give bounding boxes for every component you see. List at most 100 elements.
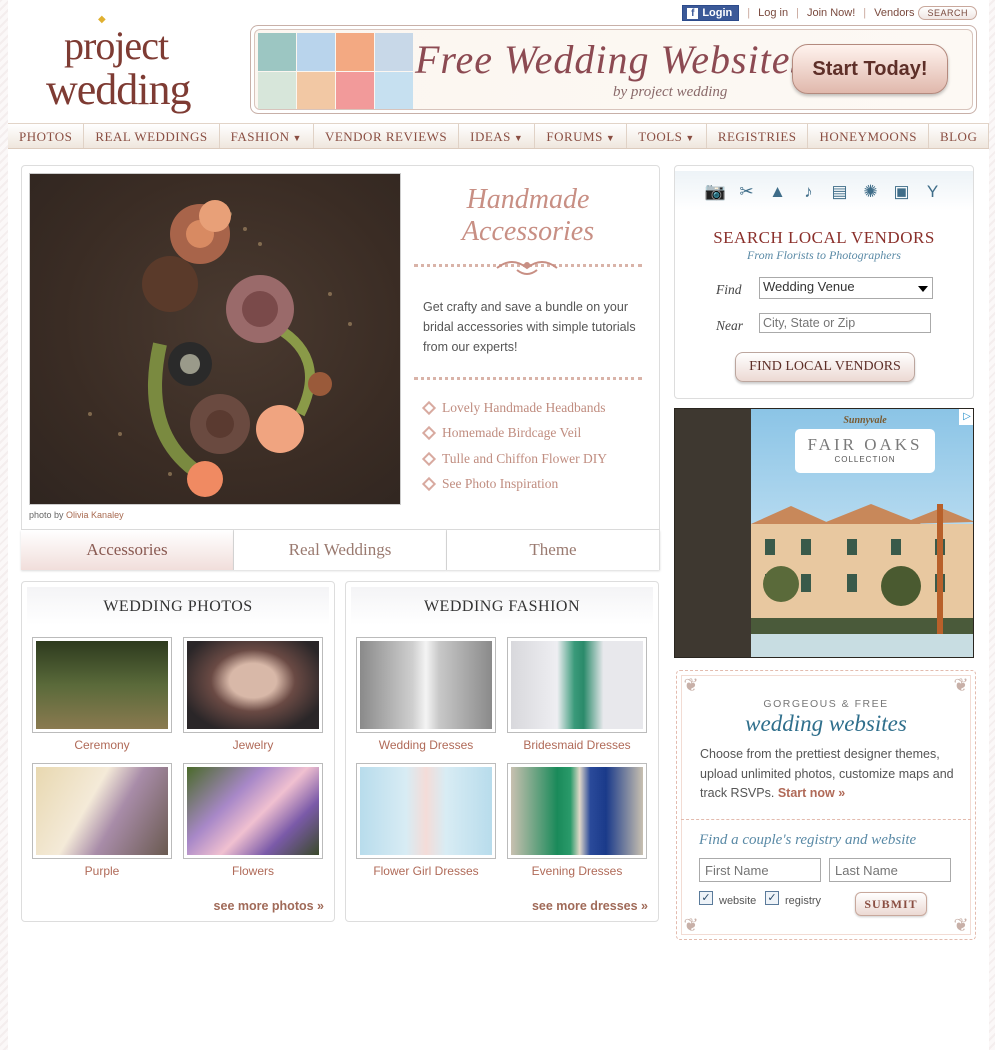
feature-link[interactable]: Lovely Handmade Headbands (421, 395, 607, 421)
cake-icon[interactable]: ▤ (829, 181, 851, 203)
music-note-icon[interactable]: ♪ (798, 181, 820, 203)
join-link[interactable]: Join Now! (807, 7, 855, 19)
wedding-dresses-thumbnail[interactable] (356, 637, 496, 733)
diamond-bullet-icon (421, 400, 437, 415)
nav-fashion[interactable]: FASHION ▼ (220, 124, 314, 148)
champagne-icon[interactable]: Y (922, 181, 944, 203)
find-local-vendors-button[interactable]: FIND LOCAL VENDORS (735, 352, 915, 382)
purple-link[interactable]: Purple (32, 864, 172, 878)
login-link[interactable]: Log in (758, 7, 788, 19)
flower-girl-dresses-link[interactable]: Flower Girl Dresses (356, 864, 496, 878)
corner-ornament-icon: ❦ (953, 675, 969, 695)
feature-title-line2: Accessories (461, 216, 595, 247)
nav-label: VENDOR REVIEWS (324, 129, 448, 144)
video-camera-icon[interactable]: ▣ (891, 181, 913, 203)
feature-link-label: Tulle and Chiffon Flower DIY (442, 450, 607, 466)
project-wedding-logo[interactable]: ◆ project wedding (46, 14, 216, 120)
nav-real-weddings[interactable]: REAL WEDDINGS (84, 124, 220, 148)
nav-ideas[interactable]: IDEAS ▼ (459, 124, 536, 148)
ad-image: ▷ Sunnyvale FAIR OAKS COLLECTION (751, 409, 973, 657)
photographer-link[interactable]: Olivia Kanaley (66, 510, 124, 520)
feature-link-label: Lovely Handmade Headbands (442, 399, 606, 415)
separator: | (796, 7, 799, 19)
feature-link[interactable]: Tulle and Chiffon Flower DIY (421, 446, 607, 472)
nav-label: REGISTRIES (717, 129, 797, 144)
nav-blog[interactable]: BLOG (929, 124, 990, 148)
flower-icon[interactable]: ✺ (860, 181, 882, 203)
nav-registries[interactable]: REGISTRIES (707, 124, 809, 148)
purple-thumbnail[interactable] (32, 763, 172, 859)
websites-kicker: GORGEOUS & FREE (763, 698, 889, 710)
jewelry-thumbnail[interactable] (183, 637, 323, 733)
vendor-type-value: Wedding Venue (763, 279, 855, 294)
vendor-search-title: SEARCH LOCAL VENDORS (713, 228, 935, 247)
caret-down-icon: ▼ (513, 133, 524, 143)
nav-label: REAL WEDDINGS (95, 129, 208, 144)
scissors-icon[interactable]: ✂ (736, 181, 758, 203)
camera-icon[interactable]: 📷 (705, 181, 727, 203)
tab-accessories[interactable]: Accessories (21, 530, 234, 570)
ceremony-thumbnail[interactable] (32, 637, 172, 733)
facebook-icon: f (687, 7, 699, 19)
near-label: Near (716, 318, 743, 333)
nav-vendor-reviews[interactable]: VENDOR REVIEWS (314, 124, 460, 148)
location-input[interactable] (759, 313, 931, 333)
nav-photos[interactable]: PHOTOS (8, 124, 85, 148)
vendors-link[interactable]: Vendors (874, 7, 914, 19)
start-today-button[interactable]: Start Today! (792, 44, 948, 94)
feature-link-label: See Photo Inspiration (442, 476, 559, 492)
tab-real-weddings[interactable]: Real Weddings (234, 530, 447, 570)
flowers-link[interactable]: Flowers (183, 864, 323, 878)
nav-tools[interactable]: TOOLS ▼ (627, 124, 707, 148)
ad-logo: Sunnyvale FAIR OAKS COLLECTION (795, 415, 935, 473)
corner-ornament-icon: ❦ (953, 915, 969, 935)
website-checkbox[interactable]: ✓ (699, 891, 713, 905)
handmade-accessories-photo[interactable] (29, 173, 401, 505)
free-websites-banner[interactable]: Free Wedding Websites by project wedding… (250, 25, 977, 114)
feature-link[interactable]: Homemade Birdcage Veil (421, 421, 607, 447)
website-checkbox-label: website (719, 895, 757, 907)
page: f Login | Log in | Join Now! | Vendors S… (8, 0, 990, 1050)
tab-theme[interactable]: Theme (447, 530, 660, 570)
websites-title: wedding websites (745, 711, 907, 736)
feature-title-line1: Handmade (466, 184, 590, 215)
separator: | (747, 7, 751, 19)
flowers-thumbnail[interactable] (183, 763, 323, 859)
dress-icon[interactable]: ▲ (767, 181, 789, 203)
start-now-link[interactable]: Start now » (778, 786, 845, 800)
fair-oaks-ad[interactable]: ▷ Sunnyvale FAIR OAKS COLLECTION (674, 408, 974, 658)
nav-forums[interactable]: FORUMS ▼ (535, 124, 628, 148)
wedding-dresses-link[interactable]: Wedding Dresses (356, 738, 496, 752)
registry-checkbox[interactable]: ✓ (765, 891, 779, 905)
ad-collection: COLLECTION (834, 455, 896, 464)
bridesmaid-dresses-thumbnail[interactable] (507, 637, 647, 733)
photo-credit: photo by Olivia Kanaley (29, 510, 124, 520)
dashed-divider (681, 819, 971, 820)
nav-label: TOOLS (638, 129, 683, 144)
see-more-photos-link[interactable]: see more photos » (214, 899, 324, 913)
bridesmaid-dresses-link[interactable]: Bridesmaid Dresses (507, 738, 647, 752)
facebook-login-button[interactable]: f Login (682, 5, 740, 21)
corner-ornament-icon: ❦ (683, 915, 699, 935)
feature-box: photo by Olivia Kanaley Handmade Accesso… (21, 165, 660, 570)
ceremony-link[interactable]: Ceremony (32, 738, 172, 752)
feature-link-label: Homemade Birdcage Veil (442, 425, 582, 441)
credit-prefix: photo by (29, 510, 64, 520)
feature-link[interactable]: See Photo Inspiration (421, 472, 607, 498)
evening-dresses-thumbnail[interactable] (507, 763, 647, 859)
evening-dresses-link[interactable]: Evening Dresses (507, 864, 647, 878)
adchoices-icon[interactable]: ▷ (959, 409, 973, 425)
flower-girl-dresses-thumbnail[interactable] (356, 763, 496, 859)
see-more-dresses-link[interactable]: see more dresses » (532, 899, 648, 913)
top-links: f Login | Log in | Join Now! | Vendors S… (682, 5, 977, 21)
first-name-input[interactable] (699, 858, 821, 882)
nav-honeymoons[interactable]: HONEYMOONS (808, 124, 929, 148)
wedding-photos-heading: WEDDING PHOTOS (27, 587, 329, 625)
ad-name: FAIR OAKS (807, 435, 923, 454)
vendor-type-select[interactable]: Wedding Venue (759, 277, 933, 299)
jewelry-link[interactable]: Jewelry (183, 738, 323, 752)
submit-button[interactable]: SUBMIT (855, 892, 927, 916)
logo-line1: project (64, 23, 169, 68)
last-name-input[interactable] (829, 858, 951, 882)
vendor-search-button[interactable]: SEARCH (918, 6, 977, 20)
